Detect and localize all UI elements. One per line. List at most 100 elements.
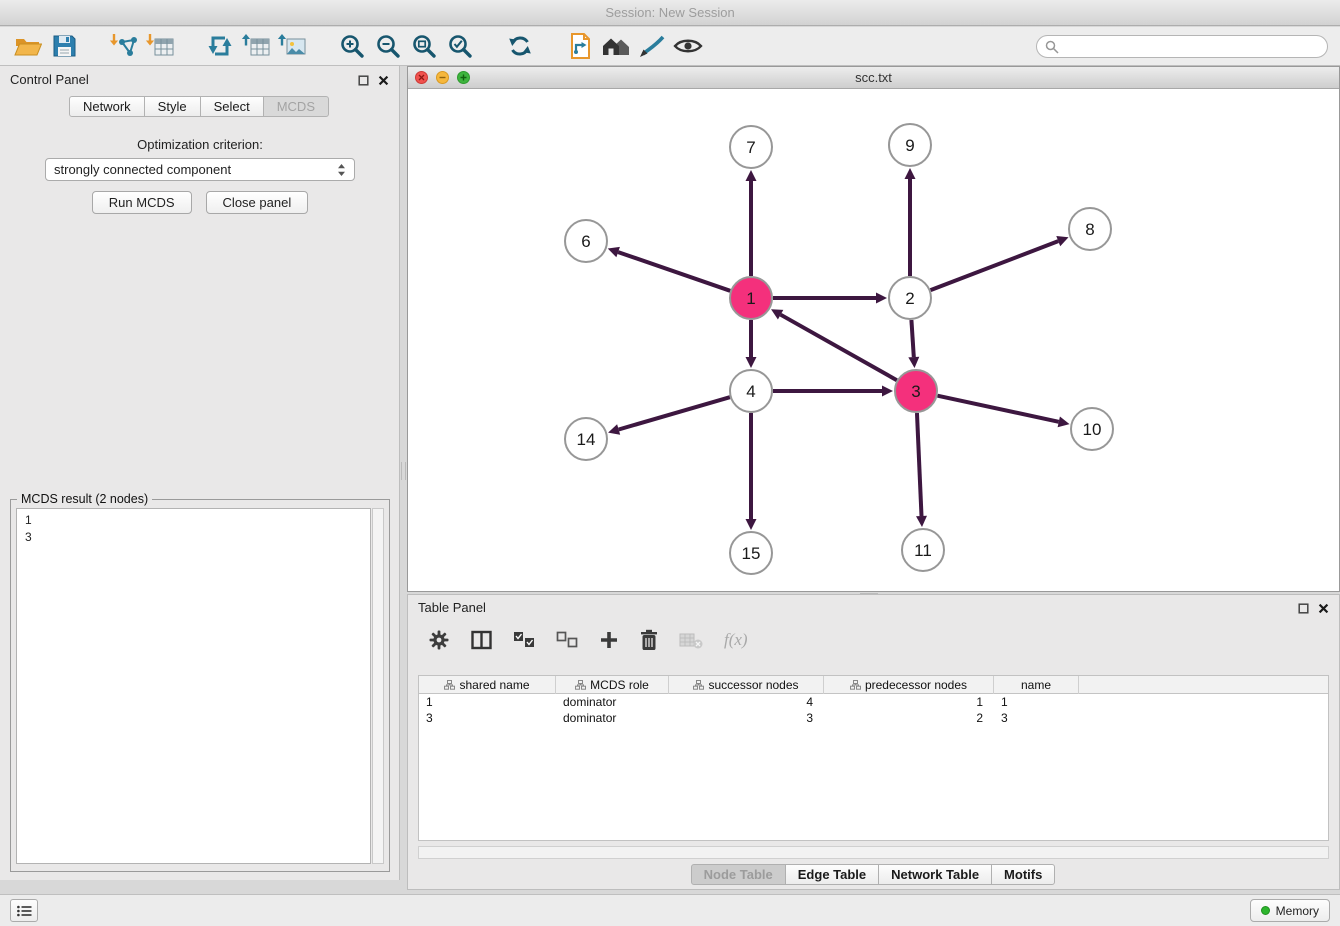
graph-edge-3-10[interactable] xyxy=(938,396,1059,422)
table-cell[interactable]: dominator xyxy=(556,710,669,726)
minimize-window-icon[interactable] xyxy=(436,71,449,84)
control-panel: Control Panel Network Style Select MCDS … xyxy=(0,66,400,880)
column-type-icon xyxy=(444,680,455,690)
tab-network[interactable]: Network xyxy=(69,96,145,117)
graph-edge-arrowhead xyxy=(1058,416,1070,427)
zoom-out-button[interactable] xyxy=(370,30,406,62)
graph-edge-arrowhead xyxy=(882,386,893,397)
close-table-panel-icon[interactable] xyxy=(1317,602,1329,614)
vertical-splitter-handle[interactable] xyxy=(401,462,406,480)
graph-edge-3-11[interactable] xyxy=(917,413,922,516)
tab-mcds[interactable]: MCDS xyxy=(263,96,329,117)
graph-edge-3-1[interactable] xyxy=(781,315,897,381)
graphics-details-button[interactable] xyxy=(670,30,706,62)
export-network-button[interactable] xyxy=(202,30,238,62)
show-columns-button[interactable] xyxy=(471,630,492,650)
import-table-button[interactable] xyxy=(142,30,178,62)
column-header-name[interactable]: name xyxy=(994,676,1079,694)
column-header-successor-nodes[interactable]: successor nodes xyxy=(669,676,824,694)
memory-button[interactable]: Memory xyxy=(1250,899,1330,922)
tab-node-table[interactable]: Node Table xyxy=(691,864,786,885)
zoom-fit-icon xyxy=(411,33,437,59)
open-session-button[interactable] xyxy=(10,30,46,62)
save-session-button[interactable] xyxy=(46,30,82,62)
export-image-button[interactable] xyxy=(274,30,310,62)
mcds-result-title: MCDS result (2 nodes) xyxy=(17,492,152,506)
graph-edge-arrowhead xyxy=(608,247,620,257)
export-image-icon xyxy=(277,33,307,59)
select-all-columns-button[interactable] xyxy=(513,631,535,649)
table-cell[interactable]: 1 xyxy=(419,694,556,710)
tab-select[interactable]: Select xyxy=(200,96,264,117)
table-cell[interactable]: 3 xyxy=(669,710,824,726)
add-column-button[interactable] xyxy=(599,630,619,650)
function-builder-button[interactable]: f(x) xyxy=(724,630,748,650)
mcds-result-line: 3 xyxy=(25,529,362,546)
table-row[interactable]: 1 dominator 4 1 1 xyxy=(419,694,1328,710)
paint-style-button[interactable] xyxy=(634,30,670,62)
close-panel-button[interactable]: Close panel xyxy=(206,191,309,214)
column-header-predecessor-nodes[interactable]: predecessor nodes xyxy=(824,676,994,694)
table-cell[interactable]: 3 xyxy=(419,710,556,726)
float-table-panel-icon[interactable] xyxy=(1297,602,1309,614)
import-network-button[interactable] xyxy=(106,30,142,62)
zoom-in-button[interactable] xyxy=(334,30,370,62)
table-panel-tabs: Node Table Edge Table Network Table Moti… xyxy=(408,864,1339,885)
search-input[interactable] xyxy=(1064,40,1327,54)
column-header-mcds-role[interactable]: MCDS role xyxy=(556,676,669,694)
table-row[interactable]: 3 dominator 3 2 3 xyxy=(419,710,1328,726)
column-type-icon xyxy=(850,680,861,690)
apply-layout-button[interactable] xyxy=(502,30,538,62)
control-panel-title: Control Panel xyxy=(10,72,89,87)
export-table-icon xyxy=(241,33,271,59)
graph-edge-2-8[interactable] xyxy=(931,241,1059,290)
graph-node-label: 9 xyxy=(905,136,914,155)
first-neighbors-button[interactable] xyxy=(598,30,634,62)
graph-edge-2-3[interactable] xyxy=(911,320,913,357)
table-settings-button[interactable] xyxy=(428,629,450,651)
new-network-from-selection-button[interactable] xyxy=(562,30,598,62)
zoom-fit-button[interactable] xyxy=(406,30,442,62)
close-panel-icon[interactable] xyxy=(377,74,389,86)
export-table-button[interactable] xyxy=(238,30,274,62)
close-window-icon[interactable] xyxy=(415,71,428,84)
delete-table-button[interactable] xyxy=(679,631,703,649)
maximize-window-icon[interactable] xyxy=(457,71,470,84)
table-cell[interactable]: 4 xyxy=(669,694,824,710)
eye-icon xyxy=(673,36,703,56)
table-cell[interactable]: 1 xyxy=(994,694,1079,710)
result-scrollbar[interactable] xyxy=(372,508,384,864)
list-icon xyxy=(17,905,32,917)
float-panel-icon[interactable] xyxy=(357,74,369,86)
graph-node-label: 4 xyxy=(746,382,755,401)
zoom-selected-button[interactable] xyxy=(442,30,478,62)
table-cell[interactable]: 2 xyxy=(824,710,994,726)
table-cell[interactable]: 3 xyxy=(994,710,1079,726)
tab-network-table[interactable]: Network Table xyxy=(878,864,992,885)
tab-style[interactable]: Style xyxy=(144,96,201,117)
zoom-selected-icon xyxy=(447,33,473,59)
delete-column-button[interactable] xyxy=(640,629,658,651)
deselect-all-columns-button[interactable] xyxy=(556,631,578,649)
graph-edge-4-14[interactable] xyxy=(619,397,730,429)
graph-edge-1-6[interactable] xyxy=(618,252,730,291)
table-cell[interactable]: dominator xyxy=(556,694,669,710)
graph-node-label: 15 xyxy=(742,544,761,563)
search-field[interactable] xyxy=(1036,35,1328,58)
task-history-button[interactable] xyxy=(10,899,38,922)
criterion-dropdown[interactable]: strongly connected component xyxy=(45,158,355,181)
table-panel-title: Table Panel xyxy=(418,600,486,615)
tab-motifs[interactable]: Motifs xyxy=(991,864,1055,885)
table-cell[interactable]: 1 xyxy=(824,694,994,710)
table-horizontal-scrollbar[interactable] xyxy=(418,846,1329,859)
mcds-result-line: 1 xyxy=(25,512,362,529)
column-header-shared-name[interactable]: shared name xyxy=(419,676,556,694)
graph-node-label: 6 xyxy=(581,232,590,251)
column-label: name xyxy=(1021,678,1051,692)
mcds-result-list[interactable]: 1 3 xyxy=(16,508,371,864)
graph-node-label: 7 xyxy=(746,138,755,157)
run-mcds-button[interactable]: Run MCDS xyxy=(92,191,192,214)
tab-edge-table[interactable]: Edge Table xyxy=(785,864,879,885)
network-canvas[interactable]: 7968124314101511 xyxy=(408,89,1339,591)
column-type-icon xyxy=(575,680,586,690)
